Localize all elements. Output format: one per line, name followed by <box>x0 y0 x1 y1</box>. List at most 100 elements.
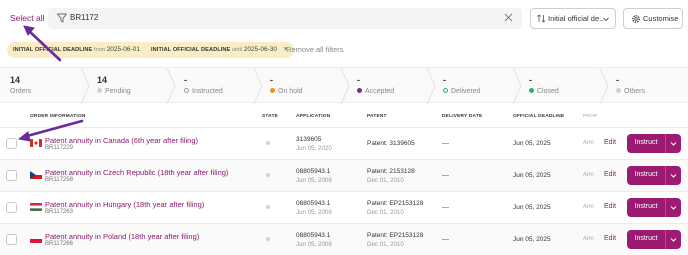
chevron-separator <box>340 68 350 104</box>
column-header-patent[interactable]: PATENT <box>367 114 387 119</box>
order-id: BR117266 <box>45 241 73 247</box>
toolbar: Select all BR1172 Initial official de...… <box>0 0 688 36</box>
chevron-down-icon[interactable] <box>669 203 678 212</box>
chevron-separator <box>80 68 90 104</box>
column-header-state[interactable]: STATE <box>262 114 278 119</box>
filter-chip-field: INITIAL OFFICIAL DEADLINE <box>151 47 231 53</box>
customise-button[interactable]: Customise <box>623 8 683 29</box>
status-dot <box>357 88 362 93</box>
filter-chip-from: INITIAL OFFICIAL DEADLINE from 2025-06-0… <box>7 42 157 58</box>
filter-chip-operator: from <box>93 47 106 53</box>
filter-chip-value: 2025-06-30 <box>243 46 278 53</box>
prop-value: Ann <box>583 140 594 146</box>
chevron-down-icon[interactable] <box>669 171 678 180</box>
status-dot <box>529 88 534 93</box>
status-label: Delivered <box>451 88 481 95</box>
status-count: - <box>616 75 619 85</box>
delivery-date: — <box>442 140 449 147</box>
patent-date: Dec 01, 2010 <box>367 177 404 184</box>
state-indicator <box>266 141 270 145</box>
canada-flag-icon <box>30 139 42 147</box>
order-name-link[interactable]: Patent annuity in Hungary (18th year aft… <box>45 200 204 209</box>
prop-value: Ann <box>583 236 594 242</box>
chevron-separator <box>253 68 263 104</box>
table-row[interactable]: Patent annuity in Hungary (18th year aft… <box>0 191 688 223</box>
table-row[interactable]: Patent annuity in Canada (6th year after… <box>0 127 688 159</box>
state-indicator <box>266 173 270 177</box>
status-dot <box>270 88 275 93</box>
row-checkbox[interactable] <box>6 234 17 245</box>
instruct-label: Instruct <box>634 139 658 146</box>
row-checkbox[interactable] <box>6 138 17 149</box>
delivery-date: — <box>442 172 449 179</box>
delivery-date: — <box>442 204 449 211</box>
column-header-prop[interactable]: PROP <box>583 114 597 119</box>
status-summary-bar: 14 Orders 14 Pending - Instructed - On h… <box>0 67 688 104</box>
order-id: BR117258 <box>45 177 73 183</box>
select-all-link[interactable]: Select all <box>10 13 45 23</box>
search-input[interactable]: BR1172 <box>70 13 98 22</box>
column-header-official-deadline[interactable]: OFFICIAL DEADLINE <box>513 114 564 119</box>
chevron-separator <box>512 68 522 104</box>
edit-link[interactable]: Edit <box>604 139 616 146</box>
status-count: - <box>184 75 187 85</box>
status-label: Others <box>624 88 646 95</box>
patent-date: Dec 01, 2010 <box>367 241 404 248</box>
row-checkbox[interactable] <box>6 170 17 181</box>
column-header-delivery-date[interactable]: DELIVERY DATE <box>442 114 482 119</box>
official-deadline: Jun 05, 2025 <box>513 236 551 243</box>
search-bar[interactable]: BR1172 <box>48 8 522 29</box>
status-label: Pending <box>105 88 131 95</box>
instruct-label: Instruct <box>634 235 658 242</box>
status-count: - <box>443 75 446 85</box>
chevron-down-icon[interactable] <box>669 139 678 148</box>
edit-link[interactable]: Edit <box>604 235 616 242</box>
chevron-separator <box>599 68 609 104</box>
application-number: 08805943.1 <box>296 232 331 239</box>
status-count: - <box>270 75 273 85</box>
edit-link[interactable]: Edit <box>604 171 616 178</box>
order-name-link[interactable]: Patent annuity in Canada (6th year after… <box>45 136 198 145</box>
table-row[interactable]: Patent annuity in Czech Republic (18th y… <box>0 159 688 191</box>
official-deadline: Jun 05, 2025 <box>513 140 551 147</box>
sort-field-dropdown[interactable]: Initial official de... <box>530 8 616 29</box>
status-label: Closed <box>537 88 559 95</box>
instruct-button[interactable]: Instruct <box>627 166 681 185</box>
chevron-down-icon[interactable] <box>669 235 678 244</box>
poland-flag-icon <box>30 235 42 243</box>
hungary-flag-icon <box>30 203 42 211</box>
divider <box>665 134 666 153</box>
remove-all-filters-link[interactable]: Remove all filters <box>286 45 344 54</box>
table-row[interactable]: Patent annuity in Poland (18th year afte… <box>0 223 688 255</box>
prop-value: Ann <box>583 204 594 210</box>
row-checkbox[interactable] <box>6 202 17 213</box>
instruct-button[interactable]: Instruct <box>627 134 681 153</box>
chevron-separator <box>426 68 436 104</box>
filter-chip-operator: until <box>231 47 243 53</box>
status-dot <box>97 88 102 93</box>
application-number: 08805943.1 <box>296 168 331 175</box>
status-label: On hold <box>278 88 303 95</box>
chevron-separator <box>166 68 176 104</box>
status-dot <box>443 88 448 93</box>
status-dot <box>616 88 621 93</box>
edit-link[interactable]: Edit <box>604 203 616 210</box>
application-date: Jun 05, 2008 <box>296 209 332 216</box>
order-name-link[interactable]: Patent annuity in Czech Republic (18th y… <box>45 168 228 177</box>
patent-date: Dec 01, 2010 <box>367 209 404 216</box>
chevron-down-icon <box>603 17 609 22</box>
delivery-date: — <box>442 236 449 243</box>
instruct-button[interactable]: Instruct <box>627 230 681 249</box>
instruct-button[interactable]: Instruct <box>627 198 681 217</box>
state-indicator <box>266 237 270 241</box>
column-header-order-information[interactable]: ORDER INFORMATION <box>30 114 86 119</box>
status-count: - <box>529 75 532 85</box>
application-number: 08805943.1 <box>296 200 331 207</box>
status-count: 14 <box>10 75 21 85</box>
order-name-link[interactable]: Patent annuity in Poland (18th year afte… <box>45 232 199 241</box>
patent-number: Patent: EP2153128 <box>367 232 424 239</box>
column-header-application[interactable]: APPLICATION <box>296 114 330 119</box>
application-date: Jun 05, 2008 <box>296 241 332 248</box>
clear-search-icon[interactable] <box>503 12 514 23</box>
gear-icon <box>632 15 640 23</box>
